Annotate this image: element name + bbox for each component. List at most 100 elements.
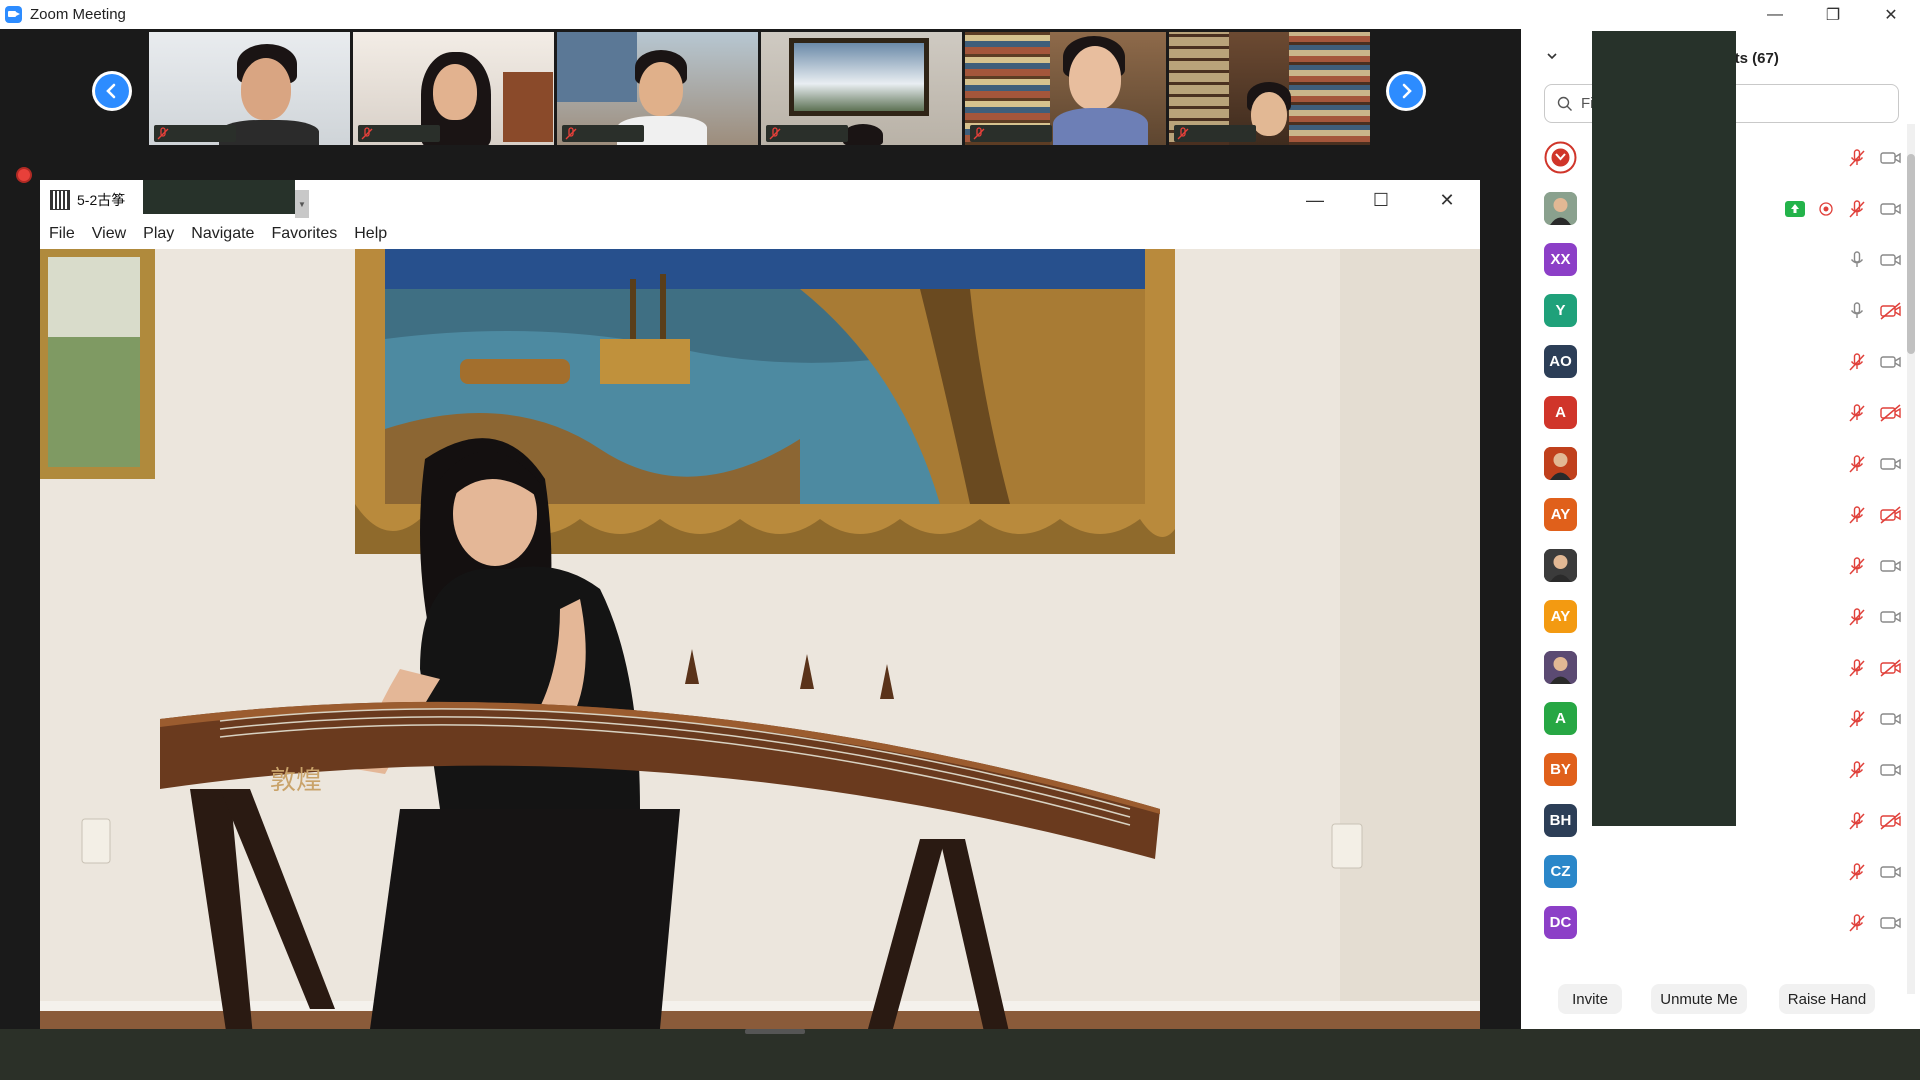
- tile-name-label: [970, 125, 1052, 142]
- profile-photo: [1544, 192, 1577, 225]
- window-controls: — ❐ ✕: [1746, 0, 1920, 29]
- participant-status-icons: [1838, 401, 1906, 425]
- participant-status-icons: [1838, 656, 1906, 680]
- avatar-initials: DC: [1549, 914, 1572, 931]
- muted-mic-icon: [1849, 352, 1865, 371]
- muted-mic-icon: [1849, 199, 1865, 218]
- video-camera-icon: [1880, 712, 1901, 725]
- muted-mic-icon: [1849, 709, 1865, 728]
- avatar: [1544, 549, 1577, 582]
- muted-mic-icon: [769, 126, 781, 139]
- muted-mic-icon: [1849, 556, 1865, 575]
- menu-play[interactable]: Play: [143, 225, 174, 243]
- muted-mic-icon: [1849, 148, 1865, 167]
- participant-row[interactable]: CZ: [1521, 846, 1906, 897]
- player-title-bar: 5-2古筝 ▼ — ☐ ✕: [40, 180, 1480, 220]
- participant-status-icons: [1838, 248, 1906, 272]
- participant-row[interactable]: [1521, 948, 1906, 952]
- tile-name-label: [154, 125, 236, 142]
- video-tile[interactable]: [149, 32, 350, 145]
- raise-hand-button[interactable]: Raise Hand: [1779, 984, 1875, 1014]
- window-title: Zoom Meeting: [30, 6, 126, 23]
- menu-navigate[interactable]: Navigate: [191, 225, 254, 243]
- avatar: BY: [1544, 753, 1577, 786]
- muted-mic-icon: [973, 126, 985, 139]
- participant-status-icons: [1838, 758, 1906, 782]
- participant-status-icons: [1838, 554, 1906, 578]
- shared-media-player-window: 5-2古筝 ▼ — ☐ ✕ File View Play Navigate Fa…: [40, 180, 1480, 1058]
- participant-status-icons: [1776, 197, 1906, 221]
- video-camera-icon: [1880, 202, 1901, 215]
- muted-mic-icon: [361, 126, 373, 139]
- muted-mic-icon: [1849, 403, 1865, 422]
- video-off-icon: [1880, 301, 1901, 320]
- recording-indicator-icon: [18, 169, 30, 181]
- title-dropdown-button[interactable]: ▼: [295, 190, 309, 218]
- avatar: [1544, 141, 1577, 174]
- menu-view[interactable]: View: [92, 225, 126, 243]
- participant-status-icons: [1838, 350, 1906, 374]
- avatar: XX: [1544, 243, 1577, 276]
- muted-mic-icon: [565, 126, 577, 139]
- chevron-down-icon[interactable]: [1545, 49, 1559, 63]
- video-camera-icon: [1880, 355, 1901, 368]
- unmute-me-button[interactable]: Unmute Me: [1651, 984, 1747, 1014]
- video-gallery-strip: [149, 32, 1370, 145]
- gallery-next-button[interactable]: [1386, 71, 1426, 111]
- minimize-button[interactable]: —: [1746, 0, 1804, 29]
- invite-button[interactable]: Invite: [1558, 984, 1622, 1014]
- record-icon: [1819, 201, 1833, 216]
- avatar-initials: Y: [1555, 302, 1566, 319]
- close-button[interactable]: ✕: [1862, 0, 1920, 29]
- video-tile[interactable]: [1169, 32, 1370, 145]
- player-close-button[interactable]: ✕: [1414, 180, 1480, 220]
- video-tile[interactable]: [353, 32, 554, 145]
- menu-favorites[interactable]: Favorites: [271, 225, 337, 243]
- video-off-icon: [1880, 505, 1901, 524]
- chevron-left-icon: [106, 83, 116, 99]
- avatar: Y: [1544, 294, 1577, 327]
- screen-share-icon: [1785, 200, 1805, 217]
- muted-mic-icon: [1849, 760, 1865, 779]
- video-tile[interactable]: [965, 32, 1166, 145]
- participant-status-icons: [1838, 605, 1906, 629]
- redacted-title-block: [143, 180, 295, 214]
- avatar-initials: A: [1555, 710, 1566, 727]
- player-maximize-button[interactable]: ☐: [1348, 180, 1414, 220]
- participant-video: [843, 124, 883, 145]
- participant-row[interactable]: DC: [1521, 897, 1906, 948]
- avatar: AY: [1544, 498, 1577, 531]
- avatar-initials: BH: [1549, 812, 1572, 829]
- video-frame[interactable]: 敦煌: [40, 249, 1480, 1058]
- participant-list-scrollbar[interactable]: [1907, 124, 1915, 994]
- participant-status-icons: [1838, 707, 1906, 731]
- tile-name-label: [562, 125, 644, 142]
- gallery-prev-button[interactable]: [92, 71, 132, 111]
- participant-status-icons: [1838, 299, 1906, 323]
- participant-status-icons: [1838, 809, 1906, 833]
- meeting-stage: 5-2古筝 ▼ — ☐ ✕ File View Play Navigate Fa…: [0, 29, 1520, 1058]
- muted-mic-icon: [1849, 658, 1865, 677]
- video-camera-icon: [1880, 151, 1901, 164]
- zoom-logo-icon: [5, 6, 22, 23]
- guzheng-performance-scene: 敦煌: [40, 249, 1480, 1058]
- scrollbar-thumb[interactable]: [1907, 154, 1915, 354]
- player-minimize-button[interactable]: —: [1282, 180, 1348, 220]
- chevron-right-icon: [1402, 83, 1412, 99]
- toolbar-grip[interactable]: [745, 1029, 805, 1034]
- menu-file[interactable]: File: [49, 225, 75, 243]
- avatar: BH: [1544, 804, 1577, 837]
- video-tile[interactable]: [557, 32, 758, 145]
- restore-button[interactable]: ❐: [1804, 0, 1862, 29]
- menu-help[interactable]: Help: [354, 225, 387, 243]
- muted-mic-icon: [1849, 607, 1865, 626]
- video-tile[interactable]: [761, 32, 962, 145]
- mic-icon: [1850, 250, 1864, 267]
- video-off-icon: [1880, 403, 1901, 422]
- avatar: CZ: [1544, 855, 1577, 888]
- avatar: [1544, 447, 1577, 480]
- video-camera-icon: [1880, 559, 1901, 572]
- muted-mic-icon: [157, 126, 169, 139]
- video-camera-icon: [1880, 763, 1901, 776]
- video-camera-icon: [1880, 610, 1901, 623]
